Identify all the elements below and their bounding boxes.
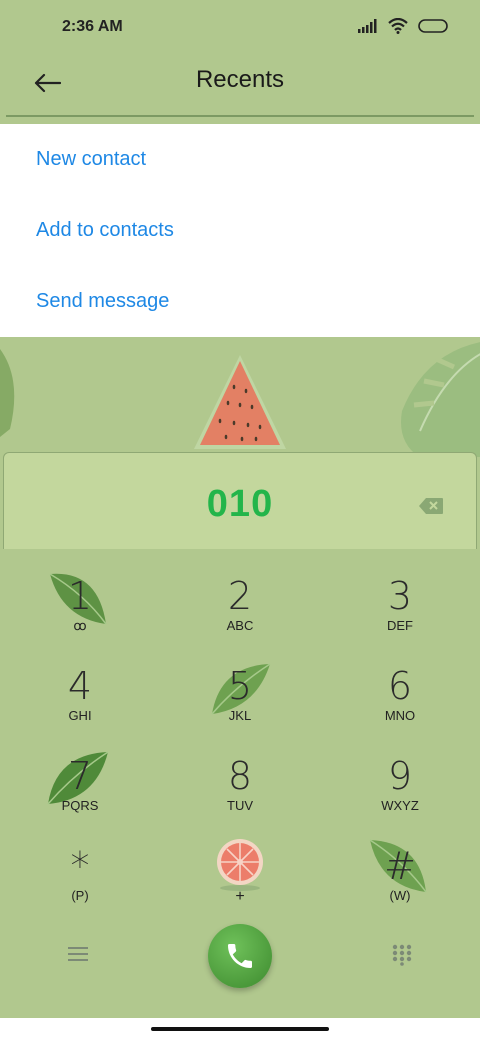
contact-options-menu: New contact Add to contacts Send message [0, 124, 480, 337]
grapefruit-icon [217, 839, 263, 891]
key-hash[interactable]: # (W) [320, 826, 480, 916]
dialed-number: 010 [206, 483, 274, 525]
menu-item-new-contact[interactable]: New contact [0, 124, 480, 195]
key-digit: 2 [227, 574, 253, 618]
navigation-bar [0, 1018, 480, 1040]
phone-icon [228, 944, 252, 968]
battery-icon [418, 19, 448, 33]
key-letters: WXYZ [381, 798, 419, 813]
key-digit: 1 [67, 574, 93, 618]
number-display: 010 [3, 452, 477, 549]
key-letters: ABC [226, 618, 254, 633]
home-indicator[interactable] [151, 1027, 329, 1031]
key-letters: DEF [387, 618, 413, 633]
key-5[interactable]: 5 JKL [160, 646, 320, 736]
key-digit: 6 [387, 664, 413, 708]
watermelon-icon [194, 355, 286, 449]
menu-icon[interactable] [68, 946, 88, 962]
divider [6, 115, 474, 117]
key-letters: (P) [71, 888, 89, 903]
key-digit: # [384, 844, 416, 888]
key-6[interactable]: 6 MNO [320, 646, 480, 736]
page-title: Recents [195, 66, 285, 93]
key-0[interactable]: 0 + [160, 826, 320, 916]
key-letters: MNO [384, 708, 416, 723]
backspace-icon[interactable] [418, 497, 444, 515]
status-icons [358, 18, 448, 34]
menu-item-add-to-contacts[interactable]: Add to contacts [0, 195, 480, 266]
key-letters: (W) [389, 888, 411, 903]
leaf-left-decoration [0, 349, 15, 437]
key-digit: 8 [227, 754, 253, 798]
voicemail-icon: ꝏ [73, 618, 87, 633]
key-digit: 5 [227, 664, 253, 708]
key-2[interactable]: 2 ABC [160, 556, 320, 646]
key-digit: 9 [387, 754, 413, 798]
key-digit: 4 [67, 664, 93, 708]
bottom-bar [0, 920, 480, 1000]
dialpad-icon[interactable] [392, 944, 412, 966]
status-bar: 2:36 AM [0, 0, 480, 56]
status-time: 2:36 AM [62, 18, 123, 35]
key-digit: 3 [387, 574, 413, 618]
key-digit: 7 [67, 754, 93, 798]
key-letters: JKL [228, 708, 252, 723]
key-letters: TUV [227, 798, 253, 813]
key-9[interactable]: 9 WXYZ [320, 736, 480, 826]
key-7[interactable]: 7 PQRS [0, 736, 160, 826]
key-3[interactable]: 3 DEF [320, 556, 480, 646]
app-bar: Recents [0, 56, 480, 114]
key-star[interactable]: * (P) [0, 826, 160, 916]
key-1[interactable]: 1 ꝏ [0, 556, 160, 646]
key-letters: + [235, 888, 245, 905]
key-4[interactable]: 4 GHI [0, 646, 160, 736]
key-8[interactable]: 8 TUV [160, 736, 320, 826]
key-digit: * [70, 844, 90, 888]
theme-decoration [0, 337, 480, 457]
wifi-icon [388, 18, 408, 34]
key-letters: GHI [68, 708, 92, 723]
key-letters: PQRS [61, 798, 99, 813]
monstera-leaf-decoration [401, 342, 480, 457]
call-button[interactable] [208, 924, 272, 988]
menu-item-send-message[interactable]: Send message [0, 266, 480, 337]
signal-icon [358, 19, 377, 33]
